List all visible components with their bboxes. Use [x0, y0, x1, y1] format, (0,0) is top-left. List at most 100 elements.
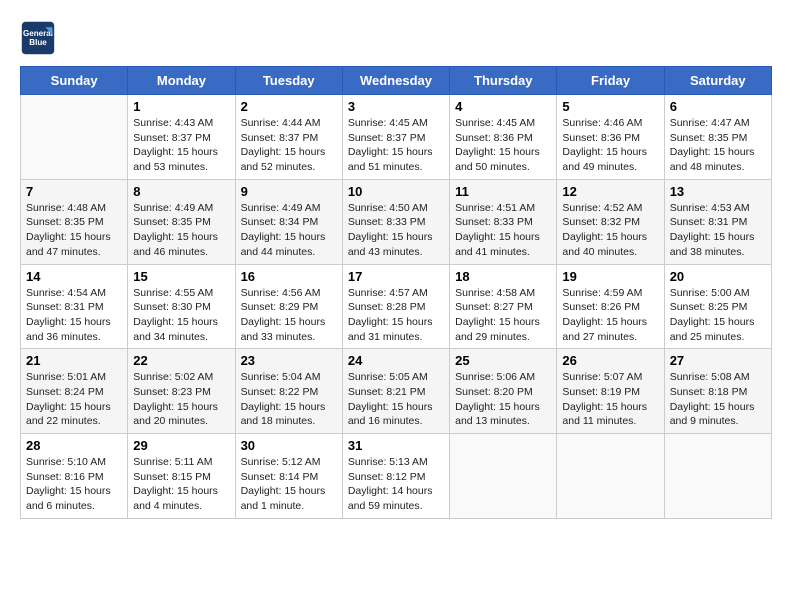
- day-number: 11: [455, 184, 551, 199]
- calendar-cell: [21, 95, 128, 180]
- day-header-tuesday: Tuesday: [235, 67, 342, 95]
- calendar-cell: 9Sunrise: 4:49 AM Sunset: 8:34 PM Daylig…: [235, 179, 342, 264]
- day-header-saturday: Saturday: [664, 67, 771, 95]
- calendar-cell: 23 Sunrise: 5:04 AM Sunset: 8:22 PM Dayli…: [235, 349, 342, 434]
- calendar-cell: [664, 434, 771, 519]
- day-number: 31: [348, 438, 444, 453]
- day-number: 7: [26, 184, 122, 199]
- calendar-cell: 18 Sunrise: 4:58 AM Sunset: 8:27 PM Dayli…: [450, 264, 557, 349]
- calendar-cell: 11 Sunrise: 4:51 AM Sunset: 8:33 PM Dayli…: [450, 179, 557, 264]
- day-number: 5: [562, 99, 658, 114]
- calendar-cell: 8 Sunrise: 4:49 AM Sunset: 8:35 PM Daylig…: [128, 179, 235, 264]
- day-header-friday: Friday: [557, 67, 664, 95]
- day-number: 2: [241, 99, 337, 114]
- calendar-cell: 14 Sunrise: 4:54 AM Sunset: 8:31 PM Dayli…: [21, 264, 128, 349]
- calendar-cell: [450, 434, 557, 519]
- day-info: Sunrise: 5:04 AM Sunset: 8:22 PM Dayligh…: [241, 370, 337, 429]
- day-info: Sunrise: 5:06 AM Sunset: 8:20 PM Dayligh…: [455, 370, 551, 429]
- day-number: 13: [670, 184, 766, 199]
- page-header: General Blue: [20, 20, 772, 56]
- calendar-cell: 3 Sunrise: 4:45 AM Sunset: 8:37 PM Daylig…: [342, 95, 449, 180]
- day-info: Sunrise: 4:58 AM Sunset: 8:27 PM Dayligh…: [455, 286, 551, 345]
- day-number: 18: [455, 269, 551, 284]
- week-row-4: 21Sunrise: 5:01 AM Sunset: 8:24 PM Dayli…: [21, 349, 772, 434]
- day-info: Sunrise: 4:51 AM Sunset: 8:33 PM Dayligh…: [455, 201, 551, 260]
- calendar-cell: 24 Sunrise: 5:05 AM Sunset: 8:21 PM Dayli…: [342, 349, 449, 434]
- calendar-table: SundayMondayTuesdayWednesdayThursdayFrid…: [20, 66, 772, 519]
- day-number: 22: [133, 353, 229, 368]
- calendar-cell: 17 Sunrise: 4:57 AM Sunset: 8:28 PM Dayli…: [342, 264, 449, 349]
- calendar-cell: 30 Sunrise: 5:12 AM Sunset: 8:14 PM Dayli…: [235, 434, 342, 519]
- calendar-cell: 16 Sunrise: 4:56 AM Sunset: 8:29 PM Dayli…: [235, 264, 342, 349]
- svg-text:General: General: [23, 29, 53, 38]
- calendar-cell: 5 Sunrise: 4:46 AM Sunset: 8:36 PM Daylig…: [557, 95, 664, 180]
- calendar-cell: 10 Sunrise: 4:50 AM Sunset: 8:33 PM Dayli…: [342, 179, 449, 264]
- calendar-cell: 2Sunrise: 4:44 AM Sunset: 8:37 PM Daylig…: [235, 95, 342, 180]
- calendar-cell: 12 Sunrise: 4:52 AM Sunset: 8:32 PM Dayli…: [557, 179, 664, 264]
- day-header-wednesday: Wednesday: [342, 67, 449, 95]
- day-info: Sunrise: 4:45 AM Sunset: 8:37 PM Dayligh…: [348, 116, 444, 175]
- day-info: Sunrise: 5:02 AM Sunset: 8:23 PM Dayligh…: [133, 370, 229, 429]
- calendar-cell: 25 Sunrise: 5:06 AM Sunset: 8:20 PM Dayli…: [450, 349, 557, 434]
- day-info: Sunrise: 4:55 AM Sunset: 8:30 PM Dayligh…: [133, 286, 229, 345]
- calendar-cell: 7 Sunrise: 4:48 AM Sunset: 8:35 PM Daylig…: [21, 179, 128, 264]
- day-number: 3: [348, 99, 444, 114]
- week-row-2: 7 Sunrise: 4:48 AM Sunset: 8:35 PM Daylig…: [21, 179, 772, 264]
- day-info: Sunrise: 4:54 AM Sunset: 8:31 PM Dayligh…: [26, 286, 122, 345]
- day-info: Sunrise: 4:46 AM Sunset: 8:36 PM Dayligh…: [562, 116, 658, 175]
- day-info: Sunrise: 4:59 AM Sunset: 8:26 PM Dayligh…: [562, 286, 658, 345]
- week-row-3: 14 Sunrise: 4:54 AM Sunset: 8:31 PM Dayli…: [21, 264, 772, 349]
- day-number: 29: [133, 438, 229, 453]
- day-info: Sunrise: 5:08 AM Sunset: 8:18 PM Dayligh…: [670, 370, 766, 429]
- day-number: 19: [562, 269, 658, 284]
- day-info: Sunrise: 5:13 AM Sunset: 8:12 PM Dayligh…: [348, 455, 444, 514]
- calendar-cell: 6 Sunrise: 4:47 AM Sunset: 8:35 PM Daylig…: [664, 95, 771, 180]
- day-info: Sunrise: 4:50 AM Sunset: 8:33 PM Dayligh…: [348, 201, 444, 260]
- day-number: 16: [241, 269, 337, 284]
- day-number: 23: [241, 353, 337, 368]
- day-number: 28: [26, 438, 122, 453]
- day-number: 26: [562, 353, 658, 368]
- day-number: 25: [455, 353, 551, 368]
- day-header-monday: Monday: [128, 67, 235, 95]
- day-number: 15: [133, 269, 229, 284]
- calendar-cell: 26 Sunrise: 5:07 AM Sunset: 8:19 PM Dayli…: [557, 349, 664, 434]
- calendar-cell: 31 Sunrise: 5:13 AM Sunset: 8:12 PM Dayli…: [342, 434, 449, 519]
- calendar-cell: 21Sunrise: 5:01 AM Sunset: 8:24 PM Dayli…: [21, 349, 128, 434]
- day-number: 14: [26, 269, 122, 284]
- logo: General Blue: [20, 20, 56, 56]
- day-info: Sunrise: 5:05 AM Sunset: 8:21 PM Dayligh…: [348, 370, 444, 429]
- day-header-thursday: Thursday: [450, 67, 557, 95]
- day-info: Sunrise: 5:11 AM Sunset: 8:15 PM Dayligh…: [133, 455, 229, 514]
- calendar-cell: 29 Sunrise: 5:11 AM Sunset: 8:15 PM Dayli…: [128, 434, 235, 519]
- logo-icon: General Blue: [20, 20, 56, 56]
- day-header-sunday: Sunday: [21, 67, 128, 95]
- day-info: Sunrise: 4:49 AM Sunset: 8:35 PM Dayligh…: [133, 201, 229, 260]
- day-info: Sunrise: 4:45 AM Sunset: 8:36 PM Dayligh…: [455, 116, 551, 175]
- day-info: Sunrise: 4:57 AM Sunset: 8:28 PM Dayligh…: [348, 286, 444, 345]
- day-number: 10: [348, 184, 444, 199]
- day-number: 30: [241, 438, 337, 453]
- day-info: Sunrise: 4:47 AM Sunset: 8:35 PM Dayligh…: [670, 116, 766, 175]
- calendar-cell: 1Sunrise: 4:43 AM Sunset: 8:37 PM Daylig…: [128, 95, 235, 180]
- calendar-cell: 20Sunrise: 5:00 AM Sunset: 8:25 PM Dayli…: [664, 264, 771, 349]
- day-info: Sunrise: 4:48 AM Sunset: 8:35 PM Dayligh…: [26, 201, 122, 260]
- day-number: 4: [455, 99, 551, 114]
- calendar-cell: 19 Sunrise: 4:59 AM Sunset: 8:26 PM Dayli…: [557, 264, 664, 349]
- day-info: Sunrise: 4:52 AM Sunset: 8:32 PM Dayligh…: [562, 201, 658, 260]
- day-info: Sunrise: 5:12 AM Sunset: 8:14 PM Dayligh…: [241, 455, 337, 514]
- day-number: 6: [670, 99, 766, 114]
- day-number: 8: [133, 184, 229, 199]
- week-row-1: 1Sunrise: 4:43 AM Sunset: 8:37 PM Daylig…: [21, 95, 772, 180]
- day-number: 12: [562, 184, 658, 199]
- day-info: Sunrise: 4:56 AM Sunset: 8:29 PM Dayligh…: [241, 286, 337, 345]
- day-info: Sunrise: 4:49 AM Sunset: 8:34 PM Dayligh…: [241, 201, 337, 260]
- day-number: 24: [348, 353, 444, 368]
- day-number: 1: [133, 99, 229, 114]
- day-number: 17: [348, 269, 444, 284]
- day-info: Sunrise: 5:01 AM Sunset: 8:24 PM Dayligh…: [26, 370, 122, 429]
- day-info: Sunrise: 5:07 AM Sunset: 8:19 PM Dayligh…: [562, 370, 658, 429]
- day-info: Sunrise: 4:53 AM Sunset: 8:31 PM Dayligh…: [670, 201, 766, 260]
- week-row-5: 28Sunrise: 5:10 AM Sunset: 8:16 PM Dayli…: [21, 434, 772, 519]
- calendar-cell: 27Sunrise: 5:08 AM Sunset: 8:18 PM Dayli…: [664, 349, 771, 434]
